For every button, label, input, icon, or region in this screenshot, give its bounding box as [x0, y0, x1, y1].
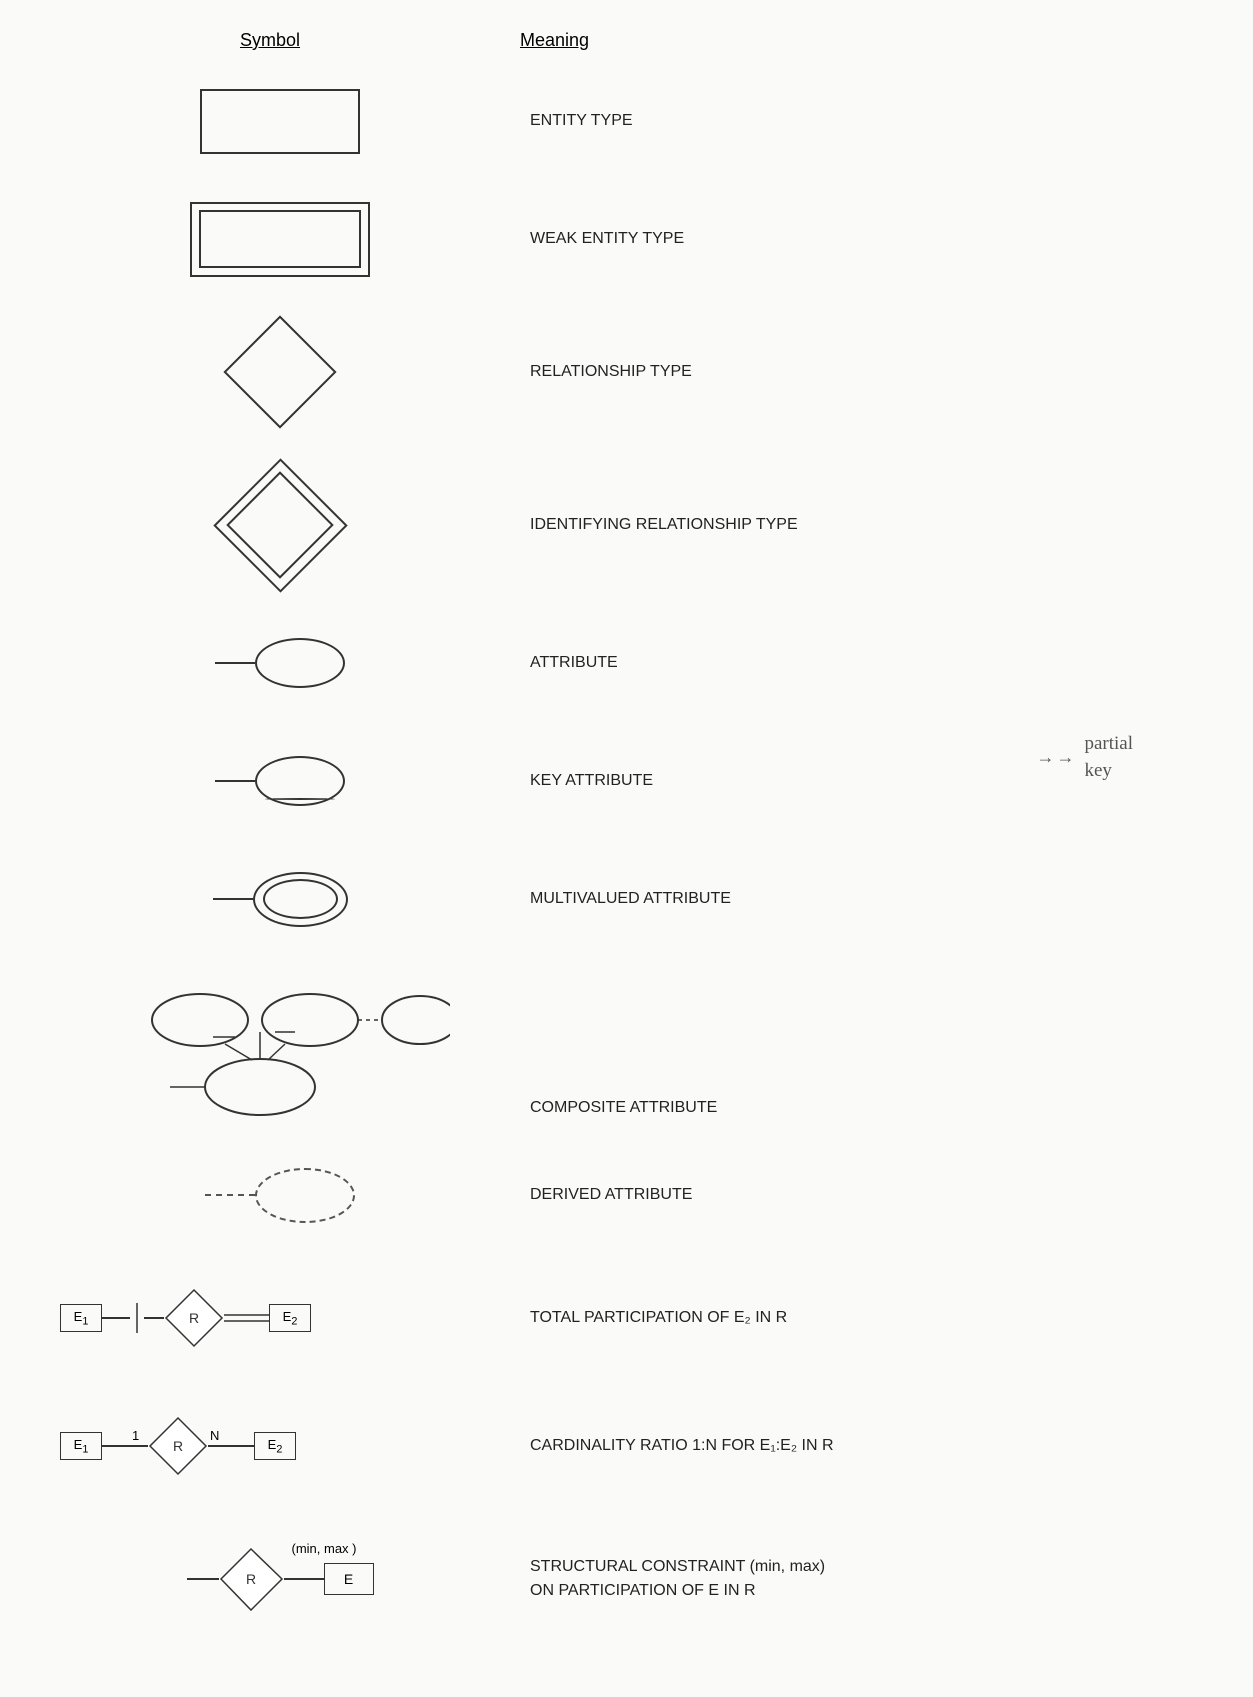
tp-tick1 [130, 1303, 144, 1333]
tp-line2 [144, 1317, 164, 1319]
tp-double-line-svg [224, 1308, 269, 1328]
header-row: Symbol Meaning [40, 30, 1213, 51]
identifying-relationship-type-meaning: IDENTIFYING RELATIONSHIP TYPE [520, 516, 1213, 534]
tp-line1 [102, 1317, 130, 1319]
sc-right-wrap: (min, max ) E [284, 1563, 374, 1595]
double-diamond-inner [226, 471, 333, 578]
sc-e-label: E [344, 1571, 353, 1587]
sc-e-box: E [324, 1563, 374, 1595]
multivalued-attribute-symbol [40, 872, 520, 927]
total-participation-meaning: TOTAL PARTICIPATION OF E₂ IN R [520, 1309, 1213, 1327]
page: Symbol Meaning ENTITY TYPE WEAK ENTITY T… [0, 0, 1253, 1697]
key-underline [265, 798, 335, 800]
cr-e1-box: E1 [60, 1432, 102, 1460]
sc-minmax-label: (min, max ) [292, 1541, 357, 1556]
key-attribute-symbol [40, 756, 520, 806]
tp-diamond-svg: R [164, 1288, 224, 1348]
entity-type-row: ENTITY TYPE [40, 81, 1213, 161]
cr-e2-box: E2 [254, 1432, 296, 1460]
total-participation-symbol: E1 R [40, 1288, 520, 1348]
cr-1-label: 1 [132, 1428, 139, 1443]
structural-constraint-row: R (min, max ) E STRUCTURAL CONSTRAINT (m… [40, 1529, 1213, 1629]
structural-constraint-line2: ON PARTICIPATION OF E IN R [530, 1582, 756, 1599]
diamond-shape [223, 315, 336, 428]
cr-line1 [102, 1445, 134, 1447]
relationship-type-symbol [40, 317, 520, 427]
multivalued-line [213, 898, 253, 900]
multivalued-attribute-meaning: MULTIVALUED ATTRIBUTE [520, 890, 1213, 908]
composite-attribute-symbol [40, 982, 520, 1117]
derived-ellipse [255, 1168, 355, 1223]
structural-constraint-shape: R (min, max ) E [187, 1547, 374, 1612]
relationship-type-row: RELATIONSHIP TYPE [40, 317, 1213, 427]
attribute-row: ATTRIBUTE [40, 623, 1213, 703]
diamond-wrap [225, 317, 335, 427]
attribute-shape-wrap [215, 638, 345, 688]
derived-shape-wrap [205, 1168, 355, 1223]
cardinality-ratio-meaning: CARDINALITY RATIO 1:N FOR E₁:E₂ IN R [520, 1437, 1213, 1455]
weak-entity-type-row: WEAK ENTITY TYPE [40, 199, 1213, 279]
cr-e1-label: E1 [74, 1437, 89, 1456]
multivalued-ellipse-inner [263, 879, 338, 919]
entity-type-meaning: ENTITY TYPE [520, 112, 1213, 130]
attribute-symbol [40, 638, 520, 688]
key-attribute-shape-wrap [215, 756, 345, 806]
sc-diamond-svg: R [219, 1547, 284, 1612]
cardinality-ratio-row: E1 1 R N [40, 1401, 1213, 1491]
cr-n-label: N [210, 1428, 219, 1443]
key-attribute-line [215, 780, 255, 782]
weak-entity-type-symbol [40, 202, 520, 277]
sc-mid-line [284, 1578, 324, 1580]
total-participation-row: E1 R [40, 1273, 1213, 1363]
weak-entity-type-meaning: WEAK ENTITY TYPE [520, 230, 1213, 248]
svg-text:R: R [245, 1571, 255, 1587]
key-attribute-row: KEY ATTRIBUTE →→ partialkey [40, 741, 1213, 821]
weak-entity-inner-rect [199, 210, 361, 268]
structural-constraint-symbol: R (min, max ) E [40, 1547, 520, 1612]
tp-e1-box: E1 [60, 1304, 102, 1332]
derived-attribute-symbol [40, 1168, 520, 1223]
weak-entity-outer-rect [190, 202, 370, 277]
derived-attribute-meaning: DERIVED ATTRIBUTE [520, 1186, 1213, 1204]
key-attribute-ellipse [255, 756, 345, 806]
identifying-relationship-type-symbol [40, 465, 520, 585]
structural-constraint-line1: STRUCTURAL CONSTRAINT (min, max) [530, 1558, 825, 1575]
composite-attribute-meaning: COMPOSITE ATTRIBUTE [520, 1099, 1213, 1117]
meaning-header: Meaning [520, 30, 589, 51]
cardinality-ratio-shape: E1 1 R N [60, 1416, 500, 1476]
multivalued-ellipse-outer [253, 872, 348, 927]
handwritten-note: →→ partialkey [1036, 731, 1133, 784]
cr-line3 [208, 1445, 254, 1447]
composite-attribute-row: COMPOSITE ATTRIBUTE [40, 977, 1213, 1117]
multivalued-attribute-row: MULTIVALUED ATTRIBUTE [40, 859, 1213, 939]
symbol-header: Symbol [40, 30, 520, 51]
cardinality-ratio-symbol: E1 1 R N [40, 1416, 520, 1476]
derived-line [205, 1194, 255, 1196]
attribute-line [215, 662, 255, 664]
composite-attribute-shape [110, 982, 450, 1117]
tp-e2-label: E2 [283, 1309, 298, 1328]
multivalued-shape-wrap [213, 872, 348, 927]
cr-line2 [134, 1445, 148, 1447]
svg-text:R: R [189, 1310, 199, 1326]
sc-left-line [187, 1578, 219, 1580]
relationship-type-meaning: RELATIONSHIP TYPE [520, 363, 1213, 381]
cr-e2-label: E2 [268, 1437, 283, 1456]
derived-attribute-row: DERIVED ATTRIBUTE [40, 1155, 1213, 1235]
structural-constraint-meaning: STRUCTURAL CONSTRAINT (min, max) ON PART… [520, 1555, 1213, 1603]
svg-text:R: R [173, 1438, 183, 1454]
cr-diamond-svg: R [148, 1416, 208, 1476]
total-participation-shape: E1 R [60, 1288, 500, 1348]
entity-type-shape [200, 89, 360, 154]
double-diamond-wrap [220, 465, 340, 585]
identifying-relationship-type-row: IDENTIFYING RELATIONSHIP TYPE [40, 465, 1213, 585]
tp-e2-box: E2 [269, 1304, 311, 1332]
tp-e1-label: E1 [74, 1309, 89, 1328]
attribute-meaning: ATTRIBUTE [520, 654, 1213, 672]
attribute-ellipse [255, 638, 345, 688]
entity-type-symbol [40, 89, 520, 154]
